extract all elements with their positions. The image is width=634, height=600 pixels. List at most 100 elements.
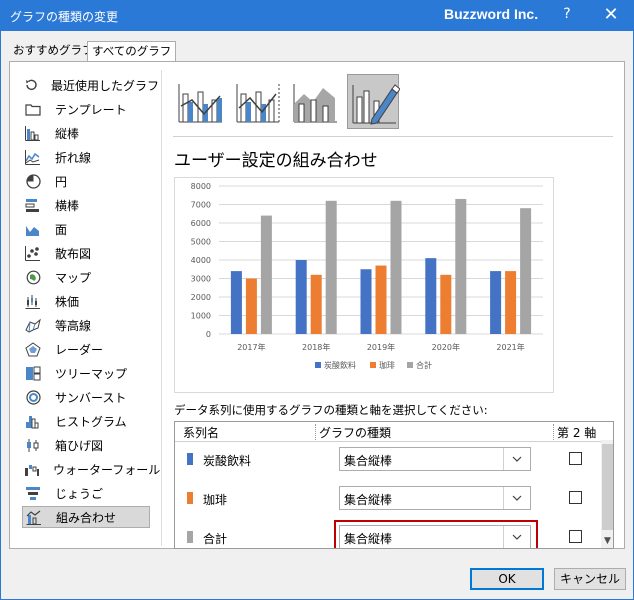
box-whisker-icon <box>24 437 42 453</box>
y-tick-label: 5000 <box>191 238 211 247</box>
chevron-down-icon[interactable] <box>503 487 530 509</box>
area-chart-icon <box>24 221 42 237</box>
sidebar-item-pie[interactable]: 円 <box>22 170 150 192</box>
bar <box>455 198 467 334</box>
secondary-axis-checkbox[interactable] <box>569 530 582 543</box>
treemap-icon <box>24 365 42 381</box>
sidebar-item-box-whisker[interactable]: 箱ひげ図 <box>22 434 150 456</box>
col-separator <box>315 424 316 440</box>
map-chart-icon <box>24 269 42 285</box>
sidebar-item-label: ヒストグラム <box>55 414 127 429</box>
chart-preview-svg: 0 1000 2000 3000 4000 5000 6000 7000 8000 2017年 20… <box>191 182 543 370</box>
combo-clustered-column-line-thumb[interactable] <box>174 74 226 129</box>
help-button[interactable]: ? <box>557 6 577 22</box>
sidebar-item-waterfall[interactable]: ウォーターフォール <box>22 458 160 480</box>
chart-preview: 0 1000 2000 3000 4000 5000 6000 7000 8000 2017年 20… <box>174 177 554 393</box>
sidebar-item-label: 散布図 <box>55 246 92 261</box>
sidebar-item-label: 最近使用したグラフ <box>51 78 160 93</box>
waterfall-icon <box>24 461 40 477</box>
bar <box>375 265 387 334</box>
legend-label: 珈琲 <box>379 360 395 370</box>
secondary-axis-checkbox[interactable] <box>569 491 582 504</box>
scatter-chart-icon <box>24 245 42 261</box>
recent-icon <box>24 77 38 93</box>
y-tick-label: 7000 <box>191 201 211 210</box>
dialog-title: グラフの種類の変更 <box>10 10 119 24</box>
scrollbar-thumb[interactable] <box>602 444 613 530</box>
sidebar-item-label: 等高線 <box>55 318 92 333</box>
y-tick-label: 4000 <box>191 256 211 265</box>
bar <box>505 271 517 334</box>
sidebar-item-bar[interactable]: 横棒 <box>22 194 150 216</box>
x-tick-label: 2020年 <box>432 342 460 352</box>
sidebar-item-recent[interactable]: 最近使用したグラフ <box>22 74 159 96</box>
sidebar-item-stock[interactable]: 株価 <box>22 290 150 312</box>
histogram-icon <box>24 413 42 429</box>
sidebar-item-label: 株価 <box>55 294 80 309</box>
thumb-divider <box>173 136 613 137</box>
col-header-series: 系列名 <box>183 426 220 440</box>
tab-recommended-charts[interactable]: おすすめグラフ <box>9 41 98 60</box>
column-chart-icon <box>24 125 42 141</box>
bar <box>490 271 502 334</box>
tab-all-charts[interactable]: すべてのグラフ <box>87 41 177 62</box>
series-name: 珈琲 <box>203 493 228 507</box>
line-chart-icon <box>24 149 42 165</box>
col-separator <box>553 424 554 440</box>
sidebar-item-column[interactable]: 縦棒 <box>22 122 150 144</box>
sidebar-item-line[interactable]: 折れ線 <box>22 146 150 168</box>
chart-type-select[interactable]: 集合縦棒 <box>339 486 531 510</box>
bar <box>245 278 257 334</box>
sidebar-item-scatter[interactable]: 散布図 <box>22 242 150 264</box>
title-bar: グラフの種類の変更 Buzzword Inc. ? ✕ <box>1 1 633 31</box>
funnel-icon <box>24 485 42 501</box>
sidebar-item-radar[interactable]: レーダー <box>22 338 150 360</box>
vertical-scrollbar[interactable]: ▼ <box>601 440 613 548</box>
sidebar-item-templates[interactable]: テンプレート <box>22 98 150 120</box>
series-name: 合計 <box>203 532 228 546</box>
sidebar-item-map[interactable]: マップ <box>22 266 150 288</box>
legend-label: 炭酸飲料 <box>324 360 356 370</box>
surface-chart-icon <box>24 317 42 333</box>
legend-label: 合計 <box>416 360 432 370</box>
sidebar-item-combo[interactable]: 組み合わせ <box>22 506 150 528</box>
sidebar-item-treemap[interactable]: ツリーマップ <box>22 362 150 384</box>
sidebar-item-label: 面 <box>55 222 68 237</box>
bar <box>440 274 452 334</box>
sidebar-item-surface[interactable]: 等高線 <box>22 314 150 336</box>
sidebar-item-histogram[interactable]: ヒストグラム <box>22 410 150 432</box>
sidebar-item-funnel[interactable]: じょうご <box>22 482 150 504</box>
combo-custom-thumb[interactable] <box>347 74 401 129</box>
sidebar-item-label: テンプレート <box>55 102 127 117</box>
combo-column-line-secondary-axis-thumb[interactable] <box>232 74 284 129</box>
chart-type-value: 集合縦棒 <box>344 493 393 507</box>
secondary-axis-checkbox[interactable] <box>569 452 582 465</box>
bar <box>295 260 307 334</box>
col-header-secondary-axis: 第 2 軸 <box>557 426 597 440</box>
combo-stacked-area-column-thumb[interactable] <box>289 74 341 129</box>
sidebar-item-label: 折れ線 <box>55 150 92 165</box>
scroll-down-arrow-icon[interactable]: ▼ <box>601 534 613 548</box>
cancel-button[interactable]: キャンセル <box>554 568 626 590</box>
combo-chart-icon <box>25 509 43 525</box>
y-tick-label: 3000 <box>191 275 211 284</box>
chart-type-select[interactable]: 集合縦棒 <box>339 447 531 471</box>
x-tick-label: 2017年 <box>237 342 265 352</box>
brand-label: Buzzword Inc. <box>444 6 539 22</box>
sidebar-item-label: レーダー <box>55 342 104 357</box>
chart-type-value: 集合縦棒 <box>344 454 393 468</box>
bar <box>260 215 272 334</box>
ok-button[interactable]: OK <box>470 568 544 590</box>
legend-swatch <box>315 362 321 368</box>
bar <box>360 269 372 334</box>
y-tick-label: 1000 <box>191 312 211 321</box>
legend-swatch <box>407 362 413 368</box>
sidebar-item-sunburst[interactable]: サンバースト <box>22 386 150 408</box>
x-tick-label: 2019年 <box>367 342 395 352</box>
sidebar-item-area[interactable]: 面 <box>22 218 150 240</box>
close-button[interactable]: ✕ <box>599 4 623 25</box>
highlight-box <box>334 520 538 548</box>
instruction-text: データ系列に使用するグラフの種類と軸を選択してください: <box>174 403 488 417</box>
chevron-down-icon[interactable] <box>503 448 530 470</box>
sidebar-item-label: 箱ひげ図 <box>55 438 104 453</box>
